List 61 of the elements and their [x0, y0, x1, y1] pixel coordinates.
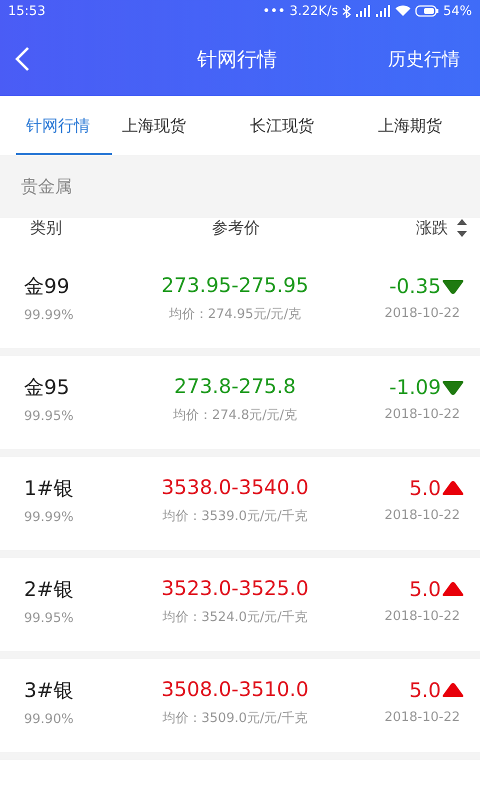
status-time: 15:53 — [8, 4, 46, 18]
price-row[interactable]: 金95 99.95% 273.8-275.8 均价：274.8元/元/克 -1.09 2018-10-22 — [0, 356, 480, 449]
status-dots: ••• — [262, 4, 286, 18]
metal-name: 2#银 — [24, 576, 74, 602]
change-value: -0.35 — [389, 274, 441, 298]
purity: 99.95% — [24, 408, 75, 424]
section-title: 贵金属 — [21, 176, 72, 198]
average-price: 均价：274.95元/元/克 — [168, 306, 302, 322]
tab[interactable]: 长江现货 — [240, 96, 368, 155]
price-range: 3523.0-3525.0 — [161, 576, 309, 600]
back-icon[interactable] — [14, 46, 30, 72]
date: 2018-10-22 — [384, 306, 460, 321]
bluetooth-icon — [342, 4, 352, 18]
purity: 99.99% — [24, 308, 75, 322]
tab[interactable]: 针网行情 — [16, 96, 112, 155]
change-value: 5.0 — [409, 577, 441, 601]
battery-level: 54% — [443, 4, 472, 18]
date: 2018-10-22 — [384, 407, 460, 422]
price-range: 273.95-275.95 — [161, 272, 309, 296]
average-price: 均价：3524.0元/元/千克 — [162, 608, 308, 626]
column-header: 参考价 — [212, 218, 260, 239]
up-triangle-icon — [442, 580, 464, 598]
date: 2018-10-22 — [384, 710, 460, 725]
date: 2018-10-22 — [384, 609, 460, 624]
battery-icon — [415, 5, 440, 17]
price-range: 3508.0-3510.0 — [161, 676, 309, 700]
up-triangle-icon — [442, 479, 464, 497]
wifi-icon — [395, 5, 412, 17]
purity: 99.90% — [24, 712, 75, 726]
page-title: 针网行情 — [197, 46, 277, 72]
metal-name: 3#银 — [24, 676, 74, 704]
price-row[interactable]: 3#银 99.90% 3508.0-3510.0 均价：3509.0元/元/千克 5.0 2018-10-22 — [0, 659, 480, 752]
metal-name: 1#银 — [24, 474, 74, 502]
column-header[interactable]: 涨跌 — [416, 218, 448, 239]
network-speed: 3.22K/s — [289, 4, 338, 18]
signal-icon — [355, 5, 372, 17]
price-row[interactable]: 2#银 99.95% 3523.0-3525.0 均价：3524.0元/元/千克 5.0 2018-10-22 — [0, 558, 480, 651]
down-triangle-icon — [442, 277, 464, 295]
history-link[interactable]: 历史行情 — [388, 47, 460, 71]
sort-icon[interactable] — [456, 218, 468, 238]
price-row[interactable]: 金99 99.99% 273.95-275.95 均价：274.95元/元/克 -0.35 2018-10-22 — [0, 255, 480, 348]
signal-icon — [375, 5, 392, 17]
price-range: 273.8-275.8 — [174, 374, 296, 398]
price-range: 3538.0-3540.0 — [161, 474, 309, 498]
tab[interactable]: 上海现货 — [112, 96, 240, 155]
up-triangle-icon — [442, 681, 464, 699]
column-header: 类别 — [30, 218, 62, 239]
purity: 99.99% — [24, 510, 75, 524]
change-value: 5.0 — [409, 476, 441, 500]
metal-name: 金99 — [24, 272, 70, 300]
average-price: 均价：3509.0元/元/千克 — [162, 710, 308, 726]
tab[interactable]: 上海期货 — [368, 96, 480, 155]
change-value: 5.0 — [409, 678, 441, 702]
price-row[interactable]: 1#银 99.99% 3538.0-3540.0 均价：3539.0元/元/千克 5.0 2018-10-22 — [0, 457, 480, 550]
average-price: 均价：3539.0元/元/千克 — [162, 508, 308, 524]
change-value: -1.09 — [389, 375, 441, 399]
average-price: 均价：274.8元/元/克 — [173, 406, 297, 424]
purity: 99.95% — [24, 610, 75, 626]
down-triangle-icon — [442, 378, 464, 396]
metal-name: 金95 — [24, 374, 70, 400]
date: 2018-10-22 — [384, 508, 460, 523]
